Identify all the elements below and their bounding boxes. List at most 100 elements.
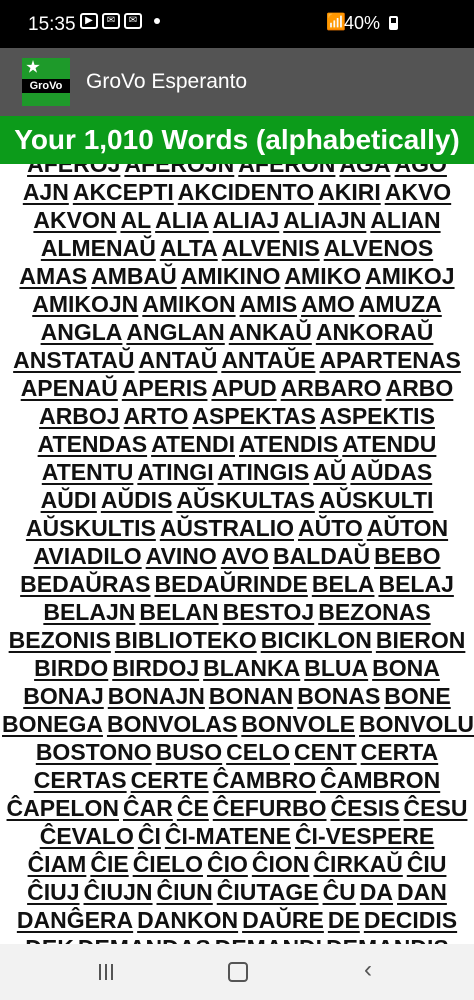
word-link[interactable]: AVINO [146,542,217,570]
word-link[interactable]: AJN [23,178,69,206]
word-link[interactable]: AŬTON [367,514,448,542]
word-link[interactable]: BIRDO [34,654,108,682]
word-link[interactable]: BONAJ [23,682,104,710]
word-link[interactable]: AKVON [33,206,116,234]
word-link[interactable]: AŬSKULTIS [26,514,156,542]
home-button[interactable] [228,962,248,982]
word-link[interactable]: ĈE [177,794,209,822]
word-link[interactable]: DEMANDAS [78,934,211,944]
word-link[interactable]: ĈIU [407,850,447,878]
word-link[interactable]: AVIADILO [33,542,141,570]
word-link[interactable]: AMIKON [142,290,235,318]
word-link[interactable]: DE [328,906,360,934]
word-link[interactable]: APUD [211,374,276,402]
word-link[interactable]: AMBAŬ [91,262,177,290]
word-link[interactable]: ANSTATAŬ [13,346,134,374]
word-link[interactable]: BONAJN [108,682,205,710]
word-link[interactable]: AVO [221,542,269,570]
word-link[interactable]: BALDAŬ [273,542,370,570]
word-link[interactable]: AŬ [313,458,346,486]
word-link[interactable]: ATENDIS [239,430,338,458]
word-link[interactable]: AMAS [19,262,87,290]
word-link[interactable]: ĈIO [207,850,248,878]
word-link[interactable]: ANTAŬE [221,346,315,374]
word-link[interactable]: AKVO [385,178,451,206]
word-link[interactable]: AMIKOJN [32,290,138,318]
word-link[interactable]: ĈIUN [157,878,213,906]
word-link[interactable]: BONEGA [2,710,103,738]
word-link[interactable]: ĈU [323,878,356,906]
word-link[interactable]: CERTAS [34,766,127,794]
word-link[interactable]: BOSTONO [36,738,152,766]
word-link[interactable]: AMIKO [284,262,361,290]
word-link[interactable]: BONVOLE [241,710,355,738]
word-link[interactable]: CENT [294,738,357,766]
word-link[interactable]: ĈIELO [133,850,203,878]
word-link[interactable]: BICIKLON [261,626,372,654]
word-link[interactable]: AMIKOJ [365,262,454,290]
word-link[interactable]: ATENDU [342,430,436,458]
word-link[interactable]: BONE [384,682,450,710]
word-link[interactable]: ĈION [252,850,310,878]
word-link[interactable]: ĈIE [90,850,128,878]
word-link[interactable]: BEDAŬRINDE [154,570,307,598]
word-link[interactable]: ALIAJN [283,206,366,234]
word-link[interactable]: BONAN [209,682,293,710]
word-link[interactable]: DANĜERA [17,906,133,934]
word-link[interactable]: BIRDOJ [112,654,199,682]
word-link[interactable]: BLANKA [203,654,300,682]
word-link[interactable]: BELAN [139,598,218,626]
word-link[interactable]: ĈAMBRO [213,766,317,794]
word-link[interactable]: ARTO [124,402,189,430]
word-link[interactable]: APENAŬ [21,374,118,402]
word-link[interactable]: ĈIRKAŬ [313,850,402,878]
word-link[interactable]: ĈAMBRON [320,766,440,794]
word-link[interactable]: APERIS [122,374,208,402]
word-link[interactable]: BELA [312,570,375,598]
word-link[interactable]: AŬDIS [101,486,173,514]
word-link[interactable]: ALVENIS [222,234,320,262]
word-link[interactable]: AKCIDENTO [178,178,314,206]
word-link[interactable]: ĈEFURBO [213,794,327,822]
word-link[interactable]: ATENDI [151,430,235,458]
word-link[interactable]: ĈIUJN [84,878,153,906]
word-link[interactable]: ĈAPELON [7,794,119,822]
word-link[interactable]: AŬDI [41,486,97,514]
word-link[interactable]: BONVOLU [359,710,474,738]
word-link[interactable]: BONAS [297,682,380,710]
word-link[interactable]: ANTAŬ [139,346,218,374]
word-link[interactable]: ALVENOS [324,234,433,262]
word-link[interactable]: AŬSKULTAS [176,486,314,514]
word-link[interactable]: ASPEKTAS [192,402,316,430]
word-link[interactable]: ANKAŬ [229,318,312,346]
word-link[interactable]: ATENTU [42,458,134,486]
word-link[interactable]: ARBARO [281,374,382,402]
word-link[interactable]: BIERON [376,626,465,654]
word-link[interactable]: AL [120,206,151,234]
word-link[interactable]: BEZONIS [9,626,111,654]
word-link[interactable]: ALIA [155,206,209,234]
word-link[interactable]: DEK [25,934,74,944]
word-link[interactable]: ĈI [138,822,161,850]
word-link[interactable]: DEMANDIS [326,934,449,944]
word-link[interactable]: BELAJN [43,598,135,626]
word-link[interactable]: DANKON [137,906,238,934]
word-link[interactable]: ASPEKTIS [320,402,435,430]
word-link[interactable]: DAN [397,878,447,906]
word-link[interactable]: ANGLAN [126,318,224,346]
word-link[interactable]: AMIKINO [181,262,281,290]
word-link[interactable]: ĈIAM [28,850,87,878]
word-link[interactable]: ALTA [160,234,218,262]
word-link[interactable]: BONA [372,654,440,682]
word-link[interactable]: BONVOLAS [107,710,237,738]
word-link[interactable]: ARBO [386,374,454,402]
word-link[interactable]: ĈIUTAGE [217,878,319,906]
word-link[interactable]: CELO [226,738,290,766]
word-link[interactable]: ĈI-VESPERE [295,822,434,850]
word-link[interactable]: DAŬRE [242,906,324,934]
word-link[interactable]: AMO [301,290,355,318]
word-link[interactable]: APARTENAS [319,346,460,374]
word-link[interactable]: BUSO [156,738,222,766]
word-link[interactable]: BIBLIOTEKO [115,626,257,654]
word-link[interactable]: CERTE [131,766,209,794]
